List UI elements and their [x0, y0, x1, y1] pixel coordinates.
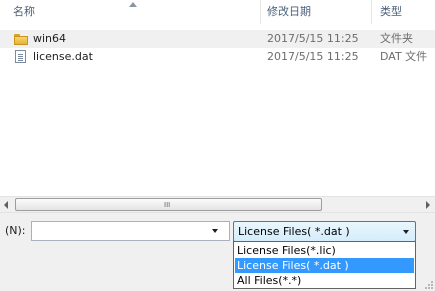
- file-name-label: (N):: [5, 224, 26, 237]
- file-type: 文件夹: [380, 32, 413, 45]
- file-modified: 2017/5/15 11:25: [267, 50, 359, 63]
- filter-option[interactable]: All Files(*.*): [235, 273, 414, 288]
- file-type: DAT 文件: [380, 50, 428, 63]
- file-row-win64[interactable]: win64 2017/5/15 11:25 文件夹: [0, 30, 435, 48]
- horizontal-scrollbar[interactable]: III: [0, 196, 435, 213]
- scrollbar-thumb[interactable]: III: [15, 198, 322, 211]
- resize-grip-icon[interactable]: [425, 281, 433, 289]
- file-icon: [15, 50, 26, 63]
- file-type-filter[interactable]: License Files( *.dat ): [233, 221, 416, 242]
- file-row-license[interactable]: license.dat 2017/5/15 11:25 DAT 文件: [0, 48, 435, 66]
- folder-icon: [14, 34, 28, 45]
- file-name: license.dat: [33, 50, 93, 63]
- filter-option[interactable]: License Files(*.lic): [235, 243, 414, 258]
- column-modified-header[interactable]: 修改日期: [267, 0, 311, 24]
- file-name-input[interactable]: [31, 221, 230, 241]
- filter-option-highlighted[interactable]: License Files( *.dat ): [235, 258, 414, 273]
- column-type-header[interactable]: 类型: [380, 0, 402, 24]
- chevron-down-icon[interactable]: [403, 230, 409, 234]
- sort-ascending-icon: [129, 2, 137, 7]
- file-modified: 2017/5/15 11:25: [267, 32, 359, 45]
- column-header: 名称 修改日期 类型: [0, 0, 435, 24]
- file-type-dropdown: License Files(*.lic) License Files( *.da…: [233, 241, 416, 289]
- column-divider[interactable]: [260, 0, 261, 24]
- column-name-header[interactable]: 名称: [13, 0, 35, 24]
- filter-selected-value: License Files( *.dat ): [238, 225, 350, 238]
- file-name: win64: [33, 32, 67, 45]
- chevron-down-icon[interactable]: [212, 229, 218, 233]
- scroll-left-icon[interactable]: [4, 201, 8, 209]
- scroll-right-icon[interactable]: [426, 201, 430, 209]
- column-divider[interactable]: [371, 0, 372, 24]
- thumb-grip: III: [164, 201, 171, 209]
